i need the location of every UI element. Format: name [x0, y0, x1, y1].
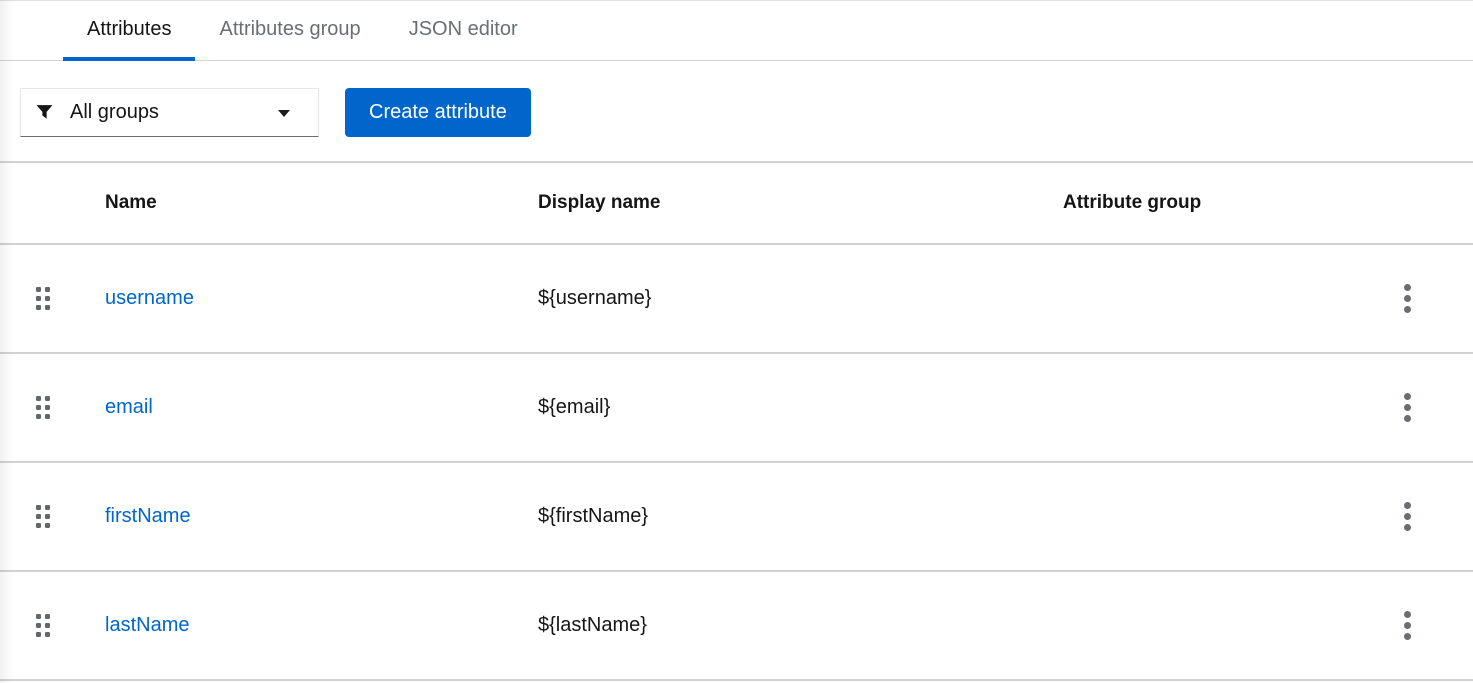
tab-label: Attributes group — [219, 17, 361, 40]
actions-cell — [1390, 390, 1473, 425]
attribute-name-link[interactable]: username — [105, 287, 194, 309]
kebab-icon — [1404, 611, 1411, 640]
grip-dots-icon — [36, 396, 50, 419]
tab-json-editor[interactable]: JSON editor — [385, 1, 542, 61]
display-name-cell: ${username} — [538, 287, 652, 309]
table-row: firstName ${firstName} — [0, 463, 1473, 572]
column-header-name: Name — [105, 192, 157, 213]
attribute-name-link[interactable]: email — [105, 396, 153, 418]
actions-cell — [1390, 499, 1473, 534]
name-cell: email — [105, 396, 538, 419]
column-header-display-name: Display name — [538, 192, 661, 213]
row-actions-kebab-button[interactable] — [1398, 499, 1417, 534]
name-cell: lastName — [105, 614, 538, 637]
group-filter-select[interactable]: All groups — [20, 88, 319, 137]
grip-dots-icon — [36, 614, 50, 637]
table-row: email ${email} — [0, 354, 1473, 463]
drag-handle-button[interactable] — [36, 287, 50, 310]
tabs: Attributes Attributes group JSON editor — [0, 0, 1473, 61]
row-actions-kebab-button[interactable] — [1398, 281, 1417, 316]
group-filter-value: All groups — [70, 101, 159, 123]
caret-down-icon — [278, 109, 290, 117]
name-cell: username — [105, 287, 538, 310]
create-attribute-button[interactable]: Create attribute — [345, 88, 531, 137]
table-row: lastName ${lastName} — [0, 572, 1473, 681]
toolbar: All groups Create attribute — [0, 61, 1473, 163]
grip-dots-icon — [36, 287, 50, 310]
drag-cell — [0, 287, 105, 310]
drag-handle-button[interactable] — [36, 505, 50, 528]
tab-label: JSON editor — [408, 17, 518, 40]
display-name-cell: ${lastName} — [538, 614, 647, 636]
tab-attributes[interactable]: Attributes — [63, 1, 196, 61]
row-actions-kebab-button[interactable] — [1398, 390, 1417, 425]
tab-attributes-group[interactable]: Attributes group — [195, 1, 384, 61]
attribute-name-link[interactable]: firstName — [105, 505, 191, 527]
display-name-cell: ${email} — [538, 396, 611, 418]
actions-cell — [1390, 608, 1473, 643]
row-actions-kebab-button[interactable] — [1398, 608, 1417, 643]
tab-label: Attributes — [87, 17, 172, 40]
drag-cell — [0, 614, 105, 637]
kebab-icon — [1404, 502, 1411, 531]
name-cell: firstName — [105, 505, 538, 528]
drag-handle-button[interactable] — [36, 614, 50, 637]
kebab-icon — [1404, 393, 1411, 422]
drag-cell — [0, 505, 105, 528]
table-row: username ${username} — [0, 245, 1473, 354]
attribute-name-link[interactable]: lastName — [105, 614, 189, 636]
table-header: Name Display name Attribute group — [0, 163, 1473, 245]
actions-cell — [1390, 281, 1473, 316]
column-header-attribute-group: Attribute group — [1063, 192, 1202, 213]
grip-dots-icon — [36, 505, 50, 528]
drag-handle-button[interactable] — [36, 396, 50, 419]
table-body: username ${username} email ${email} firs… — [0, 245, 1473, 681]
display-name-cell: ${firstName} — [538, 505, 649, 527]
drag-cell — [0, 396, 105, 419]
kebab-icon — [1404, 284, 1411, 313]
filter-icon — [36, 105, 53, 119]
